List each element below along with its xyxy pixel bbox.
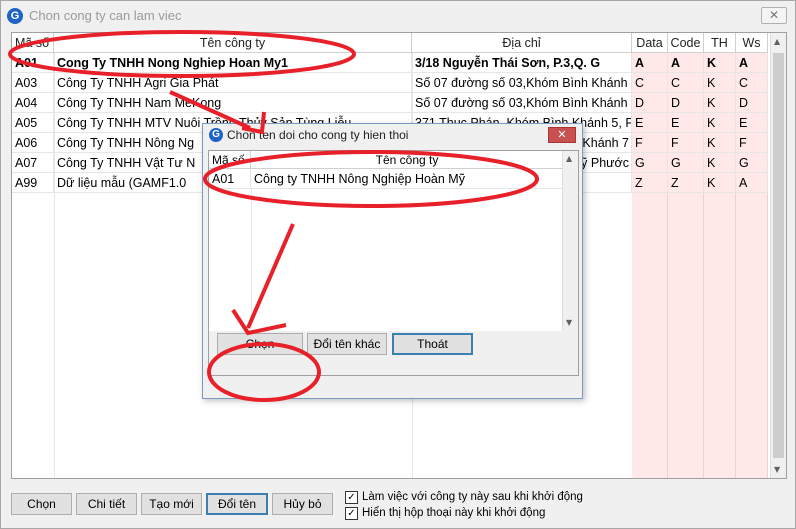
column-header-code[interactable]: Code <box>668 33 704 53</box>
cell-ma-so: A07 <box>12 153 54 173</box>
dialog-cell-ten-cong-ty: Công ty TNHH Nông Nghiệp Hoàn Mỹ <box>251 169 564 189</box>
dialog-column-header-ma-so[interactable]: Mã số <box>209 151 251 169</box>
scroll-down-icon[interactable]: ▼ <box>774 465 780 474</box>
dialog-cell-ma-so: A01 <box>209 169 251 189</box>
cell-ws: A <box>736 53 768 73</box>
column-header-ws[interactable]: Ws <box>736 33 768 53</box>
cell-data: G <box>632 153 668 173</box>
dialog-title: Chon ten doi cho cong ty hien thoi <box>227 128 409 142</box>
cell-ten-cong-ty: Cong Ty TNHH Nong Nghiep Hoan My1 <box>54 53 412 73</box>
chon-button[interactable]: Chọn <box>11 493 72 515</box>
grid-line <box>251 189 252 329</box>
table-row[interactable]: A03 Công Ty TNHH Agri Gia Phát Số 07 đườ… <box>12 73 772 93</box>
show-dialog-label: Hiển thị hộp thoại này khi khởi động <box>362 507 546 519</box>
dialog-title-bar: G Chon ten doi cho cong ty hien thoi ✕ <box>203 124 582 148</box>
dialog-button-bar: Chọn Đổi tên khác Thoát <box>209 331 578 375</box>
cell-th: K <box>704 133 736 153</box>
show-dialog-checkbox[interactable]: ✓ <box>345 506 358 520</box>
tao-moi-button[interactable]: Tạo mới <box>141 493 202 515</box>
work-with-company-checkbox[interactable]: ✓ <box>345 490 358 504</box>
cell-ma-so: A03 <box>12 73 54 93</box>
grid-vertical-scrollbar[interactable]: ▲ ▼ <box>770 33 786 478</box>
show-dialog-row[interactable]: ✓ Hiển thị hộp thoại này khi khởi động <box>345 505 545 521</box>
work-with-company-row[interactable]: ✓ Làm việc với công ty này sau khi khởi … <box>345 489 583 505</box>
cell-data: A <box>632 53 668 73</box>
dialog-close-button[interactable]: ✕ <box>548 127 576 143</box>
title-bar: G Chon cong ty can lam viec ✕ <box>1 1 795 31</box>
cell-code: F <box>668 133 704 153</box>
scroll-up-icon[interactable]: ▲ <box>774 37 780 46</box>
scroll-up-icon[interactable]: ▲ <box>566 154 572 163</box>
dialog-grid[interactable]: Mã số Tên công ty A01 Công ty TNHH Nông … <box>208 150 579 376</box>
cell-dia-chi: Số 07 đường số 03,Khóm Bình Khánh <box>412 73 632 93</box>
scrollbar-thumb[interactable] <box>773 53 784 458</box>
close-button[interactable]: ✕ <box>761 7 787 24</box>
cell-data: Z <box>632 173 668 193</box>
dialog-vertical-scrollbar[interactable]: ▲ ▼ <box>562 151 578 331</box>
cell-dia-chi: 3/18 Nguyễn Thái Sơn, P.3,Q. G <box>412 53 632 73</box>
cell-th: K <box>704 113 736 133</box>
cell-th: K <box>704 53 736 73</box>
cell-code: Z <box>668 173 704 193</box>
work-with-company-label: Làm việc với công ty này sau khi khởi độ… <box>362 491 583 503</box>
rename-dialog: G Chon ten doi cho cong ty hien thoi ✕ M… <box>202 123 583 399</box>
cell-th: K <box>704 173 736 193</box>
cell-ma-so: A05 <box>12 113 54 133</box>
dialog-chon-button[interactable]: Chọn <box>217 333 303 355</box>
chi-tiet-button[interactable]: Chi tiết <box>76 493 137 515</box>
column-header-dia-chi[interactable]: Địa chỉ <box>412 33 632 53</box>
doi-ten-button[interactable]: Đổi tên <box>206 493 268 515</box>
cell-code: A <box>668 53 704 73</box>
cell-th: K <box>704 93 736 113</box>
cell-code: C <box>668 73 704 93</box>
cell-ma-so: A01 <box>12 53 54 73</box>
cell-th: K <box>704 153 736 173</box>
table-row[interactable]: A01 Cong Ty TNHH Nong Nghiep Hoan My1 3/… <box>12 53 772 73</box>
column-header-th[interactable]: TH <box>704 33 736 53</box>
grid-header: Mã số Tên công ty Địa chỉ Data Code TH W… <box>12 33 772 53</box>
cell-th: K <box>704 73 736 93</box>
cell-ws: A <box>736 173 768 193</box>
cell-ws: F <box>736 133 768 153</box>
dialog-thoat-button[interactable]: Thoát <box>392 333 473 355</box>
cell-data: E <box>632 113 668 133</box>
cell-code: E <box>668 113 704 133</box>
cell-data: C <box>632 73 668 93</box>
cell-ws: G <box>736 153 768 173</box>
scroll-down-icon[interactable]: ▼ <box>566 318 572 327</box>
dialog-doi-ten-khac-button[interactable]: Đổi tên khác <box>307 333 387 355</box>
column-header-ma-so[interactable]: Mã số <box>12 33 54 53</box>
cell-ten-cong-ty: Công Ty TNHH Agri Gia Phát <box>54 73 412 93</box>
window-title: Chon cong ty can lam viec <box>29 8 182 23</box>
dialog-logo-icon: G <box>209 128 223 142</box>
cell-ten-cong-ty: Công Ty TNHH Nam MeKong <box>54 93 412 113</box>
app-logo-icon: G <box>7 8 23 24</box>
dialog-column-header-ten-cong-ty[interactable]: Tên công ty <box>251 151 564 169</box>
cell-ma-so: A04 <box>12 93 54 113</box>
cell-ma-so: A06 <box>12 133 54 153</box>
cell-code: D <box>668 93 704 113</box>
cell-dia-chi: Số 07 đường số 03,Khóm Bình Khánh <box>412 93 632 113</box>
cell-ws: C <box>736 73 768 93</box>
column-header-ten-cong-ty[interactable]: Tên công ty <box>54 33 412 53</box>
cell-ws: D <box>736 93 768 113</box>
cell-ws: E <box>736 113 768 133</box>
huy-bo-button[interactable]: Hủy bỏ <box>272 493 333 515</box>
cell-data: F <box>632 133 668 153</box>
table-row[interactable]: A04 Công Ty TNHH Nam MeKong Số 07 đường … <box>12 93 772 113</box>
cell-ma-so: A99 <box>12 173 54 193</box>
cell-data: D <box>632 93 668 113</box>
cell-code: G <box>668 153 704 173</box>
column-header-data[interactable]: Data <box>632 33 668 53</box>
